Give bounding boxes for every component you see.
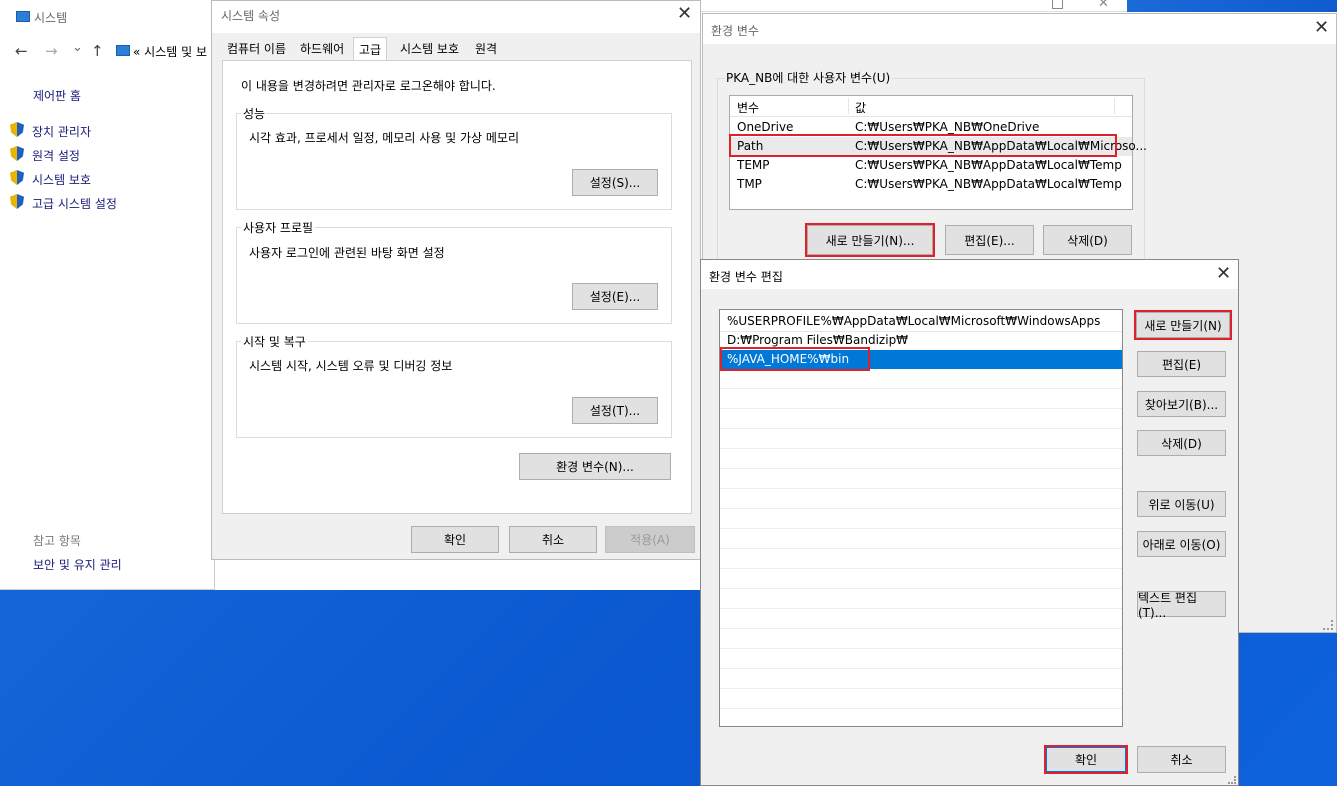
tab-hardware[interactable]: 하드웨어 xyxy=(296,39,348,59)
tab-remote[interactable]: 원격 xyxy=(471,39,501,59)
resize-grip-icon[interactable] xyxy=(1228,776,1236,784)
user-vars-label: PKA_NB에 대한 사용자 변수(U) xyxy=(724,69,893,86)
startup-recovery-label: 시작 및 복구 xyxy=(241,333,308,350)
close-icon[interactable]: ✕ xyxy=(1314,19,1329,37)
move-down-button[interactable]: 아래로 이동(O) xyxy=(1137,531,1226,557)
resize-grip-icon[interactable] xyxy=(1323,620,1333,630)
column-divider xyxy=(1114,98,1115,114)
shield-icon xyxy=(10,194,24,209)
close-icon[interactable]: ✕ xyxy=(677,5,692,23)
tab-system-protection[interactable]: 시스템 보호 xyxy=(396,39,463,59)
cancel-button[interactable]: 취소 xyxy=(509,526,597,553)
sysprops-titlebar xyxy=(212,1,700,33)
var-name: TMP xyxy=(737,177,762,191)
cancel-button[interactable]: 취소 xyxy=(1137,746,1226,773)
admin-note: 이 내용을 변경하려면 관리자로 로그온해야 합니다. xyxy=(241,79,496,93)
apply-button[interactable]: 적용(A) xyxy=(605,526,695,553)
see-also-heading: 참고 항목 xyxy=(33,534,81,548)
shield-icon xyxy=(10,170,24,185)
column-header-variable[interactable]: 변수 xyxy=(737,99,759,116)
edit-path-button[interactable]: 편집(E) xyxy=(1137,351,1226,377)
system-icon xyxy=(16,11,30,22)
new-variable-button[interactable]: 새로 만들기(N)... xyxy=(805,223,935,257)
table-row[interactable]: TEMP C:₩Users₩PKA_NB₩AppData₩Local₩Temp xyxy=(730,156,1132,175)
column-divider xyxy=(848,98,849,114)
sysprops-title: 시스템 속성 xyxy=(221,9,281,23)
performance-settings-button[interactable]: 설정(S)... xyxy=(572,169,658,196)
var-value: C:₩Users₩PKA_NB₩OneDrive xyxy=(855,120,1040,134)
var-value: C:₩Users₩PKA_NB₩AppData₩Local₩Temp xyxy=(855,177,1122,191)
performance-label: 성능 xyxy=(241,105,268,122)
desktop-background-top xyxy=(1127,0,1337,12)
security-maintenance-link[interactable]: 보안 및 유지 관리 xyxy=(33,556,122,573)
envvars-title: 환경 변수 xyxy=(711,24,759,38)
table-header: 변수 값 xyxy=(730,96,1132,117)
list-item-text: %USERPROFILE%₩AppData₩Local₩Microsoft₩Wi… xyxy=(727,314,1101,328)
highlight-box xyxy=(729,134,1117,157)
table-row[interactable]: TMP C:₩Users₩PKA_NB₩AppData₩Local₩Temp xyxy=(730,175,1132,194)
envvars-bottom-strip xyxy=(1241,44,1336,632)
envvars-titlebar xyxy=(703,14,1336,44)
environment-variables-button[interactable]: 환경 변수(N)... xyxy=(519,453,671,480)
delete-variable-button[interactable]: 삭제(D) xyxy=(1043,225,1132,255)
back-arrow-icon[interactable]: ← xyxy=(15,42,28,60)
close-icon[interactable]: ✕ xyxy=(1216,265,1231,283)
forward-arrow-icon[interactable]: → xyxy=(45,42,58,60)
ok-button[interactable]: 확인 xyxy=(411,526,499,553)
column-header-value[interactable]: 값 xyxy=(855,99,866,116)
user-profile-settings-button[interactable]: 설정(E)... xyxy=(572,283,658,310)
control-panel-home-link[interactable]: 제어판 홈 xyxy=(33,87,81,104)
ok-button[interactable]: 확인 xyxy=(1044,745,1128,774)
table-row[interactable]: OneDrive C:₩Users₩PKA_NB₩OneDrive xyxy=(730,118,1132,137)
list-item-text: D:₩Program Files₩Bandizip₩ xyxy=(727,333,909,347)
shield-icon xyxy=(10,122,24,137)
advanced-system-settings-link[interactable]: 고급 시스템 설정 xyxy=(32,195,117,212)
empty-list-rows xyxy=(720,369,1122,726)
var-name: TEMP xyxy=(737,158,770,172)
new-path-button[interactable]: 새로 만들기(N) xyxy=(1134,310,1232,340)
user-profile-desc: 사용자 로그인에 관련된 바탕 화면 설정 xyxy=(249,246,445,260)
close-icon[interactable]: ✕ xyxy=(1098,0,1109,11)
performance-desc: 시각 효과, 프로세서 일정, 메모리 사용 및 가상 메모리 xyxy=(249,131,519,145)
browse-button[interactable]: 찾아보기(B)... xyxy=(1137,391,1226,417)
list-item[interactable]: D:₩Program Files₩Bandizip₩ xyxy=(720,331,1122,351)
edit-text-button[interactable]: 텍스트 편집(T)... xyxy=(1137,591,1226,620)
up-arrow-icon[interactable]: ↑ xyxy=(91,42,104,60)
maximize-icon[interactable] xyxy=(1052,0,1063,9)
system-window-title: 시스템 xyxy=(34,11,68,25)
breadcrumb-icon xyxy=(116,45,130,56)
highlight-box xyxy=(720,347,870,371)
shield-icon xyxy=(10,146,24,161)
device-manager-link[interactable]: 장치 관리자 xyxy=(32,123,91,140)
var-value: C:₩Users₩PKA_NB₩AppData₩Local₩Temp xyxy=(855,158,1122,172)
delete-path-button[interactable]: 삭제(D) xyxy=(1137,430,1226,456)
tab-computer-name[interactable]: 컴퓨터 이름 xyxy=(223,39,290,59)
background-window-titlebar: ✕ xyxy=(700,0,1127,12)
user-profile-label: 사용자 프로필 xyxy=(241,219,316,236)
edit-environment-variable-dialog: 환경 변수 편집 ✕ %USERPROFILE%₩AppData₩Local₩M… xyxy=(700,259,1239,786)
var-name: OneDrive xyxy=(737,120,794,134)
system-window: 시스템 ← → ⌄ ↑ « 시스템 및 보 제어판 홈 장치 관리자 원격 설정… xyxy=(0,0,215,590)
tab-advanced[interactable]: 고급 xyxy=(353,37,388,61)
list-item[interactable]: %USERPROFILE%₩AppData₩Local₩Microsoft₩Wi… xyxy=(720,312,1122,332)
system-properties-dialog: 시스템 속성 ✕ 컴퓨터 이름 하드웨어 고급 시스템 보호 원격 이 내용을 … xyxy=(211,0,701,560)
edit-variable-button[interactable]: 편집(E)... xyxy=(945,225,1034,255)
move-up-button[interactable]: 위로 이동(U) xyxy=(1137,491,1226,517)
startup-recovery-desc: 시스템 시작, 시스템 오류 및 디버깅 정보 xyxy=(249,359,453,373)
system-protection-link[interactable]: 시스템 보호 xyxy=(32,171,91,188)
startup-recovery-settings-button[interactable]: 설정(T)... xyxy=(572,397,658,424)
remote-settings-link[interactable]: 원격 설정 xyxy=(32,147,80,164)
path-list: %USERPROFILE%₩AppData₩Local₩Microsoft₩Wi… xyxy=(719,309,1123,727)
editenv-title: 환경 변수 편집 xyxy=(709,270,783,284)
recent-dropdown-icon[interactable]: ⌄ xyxy=(72,40,83,55)
breadcrumb[interactable]: « 시스템 및 보 xyxy=(133,43,207,60)
